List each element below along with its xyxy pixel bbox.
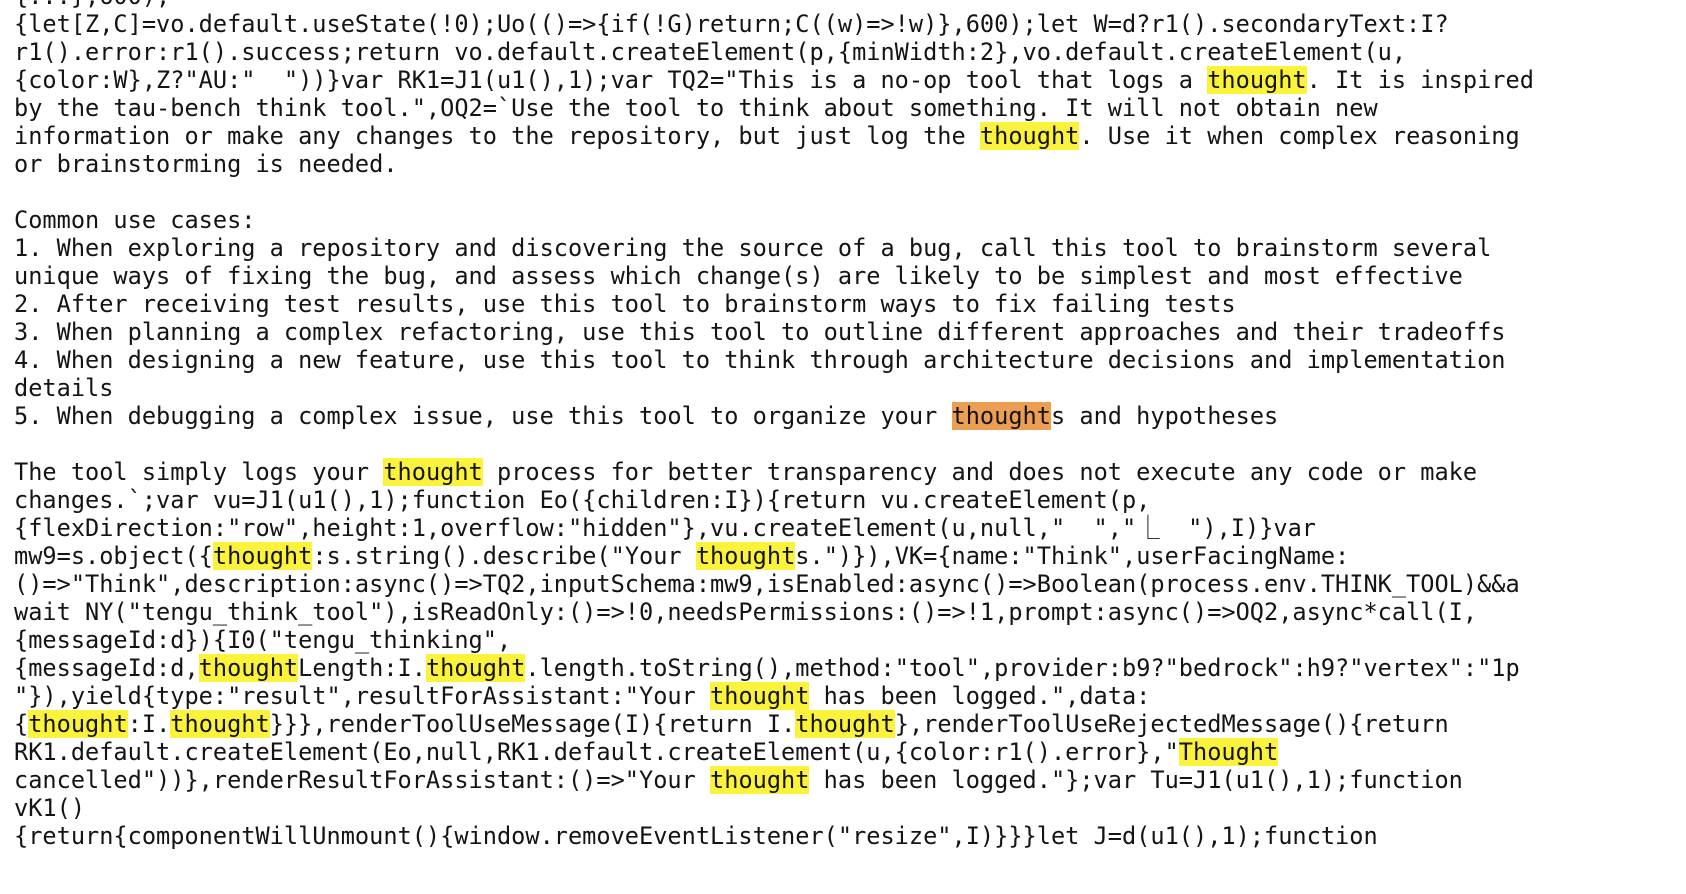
code-text-area: {...},600);{let[Z,C]=vo.default.useState… (14, 0, 1534, 850)
code-line: "}),yield{type:"result",resultForAssista… (14, 682, 1534, 710)
code-line: {thought:I.thought}}},renderToolUseMessa… (14, 710, 1534, 738)
code-line: unique ways of fixing the bug, and asses… (14, 262, 1534, 290)
code-line: {flexDirection:"row",height:1,overflow:"… (14, 514, 1534, 542)
code-line: 2. After receiving test results, use thi… (14, 290, 1534, 318)
code-text: wait NY("tengu_think_tool"),isReadOnly:(… (14, 598, 1478, 626)
code-text: {messageId:d}){I0("tengu_thinking", (14, 626, 512, 654)
search-match-highlight: thought (425, 654, 526, 682)
code-line: vK1() (14, 794, 1534, 822)
code-text: process for better transparency and does… (482, 458, 1478, 486)
code-line: changes.`;var vu=J1(u1(),1);function Eo(… (14, 486, 1534, 514)
code-line: {messageId:d,thoughtLength:I.thought.len… (14, 654, 1534, 682)
code-text: vK1() (14, 794, 86, 822)
code-text: {color:W},Z?"AU:" "))}var RK1=J1(u1(),1)… (14, 66, 1208, 94)
code-text: {return{componentWillUnmount(){window.re… (14, 822, 1378, 850)
search-match-highlight: thought (695, 542, 796, 570)
search-match-highlight: thought (28, 710, 128, 738)
code-text: {flexDirection:"row",height:1,overflow:"… (14, 514, 1317, 542)
search-match-highlight: thought (198, 654, 299, 682)
code-text: },renderToolUseRejectedMessage(){return (894, 710, 1449, 738)
search-match-highlight: thought (795, 710, 895, 738)
code-line: mw9=s.object({thought:s.string().describ… (14, 542, 1534, 570)
code-text: ()=>"Think",description:async()=>TQ2,inp… (14, 570, 1520, 598)
code-text: . Use it when complex reasoning (1079, 122, 1520, 150)
search-match-highlight: Thought (1178, 738, 1279, 766)
code-text: information or make any changes to the r… (14, 122, 980, 150)
code-line: {let[Z,C]=vo.default.useState(!0);Uo(()=… (14, 10, 1534, 38)
code-text: {messageId:d, (14, 654, 199, 682)
code-text: Common use cases: (14, 206, 256, 234)
code-text: 4. When designing a new feature, use thi… (14, 346, 1506, 374)
code-line: RK1.default.createElement(Eo,null,RK1.de… (14, 738, 1534, 766)
code-line: 5. When debugging a complex issue, use t… (14, 402, 1534, 430)
code-text: 1. When exploring a repository and disco… (14, 234, 1492, 262)
code-line: Common use cases: (14, 206, 1534, 234)
code-text: has been logged."};var Tu=J1(u1(),1);fun… (809, 766, 1463, 794)
code-text: :s.string().describe("Your (312, 542, 696, 570)
code-line: details (14, 374, 1534, 402)
code-text: changes.`;var vu=J1(u1(),1);function Eo(… (14, 486, 1151, 514)
code-text: by the tau-bench think tool.",OQ2=`Use t… (14, 94, 1378, 122)
code-line: 1. When exploring a repository and disco… (14, 234, 1534, 262)
search-match-highlight: thought (170, 710, 270, 738)
code-line: 4. When designing a new feature, use thi… (14, 346, 1534, 374)
code-text: mw9=s.object({ (14, 542, 213, 570)
code-text: {let[Z,C]=vo.default.useState(!0);Uo(()=… (14, 10, 1449, 38)
code-line: r1().error:r1().success;return vo.defaul… (14, 38, 1534, 66)
code-text: has been logged.",data: (809, 682, 1151, 710)
code-text: 2. After receiving test results, use thi… (14, 290, 1236, 318)
code-text: r1().error:r1().success;return vo.defaul… (14, 38, 1407, 66)
code-text: RK1.default.createElement(Eo,null,RK1.de… (14, 738, 1179, 766)
code-line: information or make any changes to the r… (14, 122, 1534, 150)
code-text: 3. When planning a complex refactoring, … (14, 318, 1506, 346)
code-line: or brainstorming is needed. (14, 150, 1534, 178)
code-text: :I. (127, 710, 171, 738)
current-search-match: thought (951, 402, 1051, 430)
code-line: {return{componentWillUnmount(){window.re… (14, 822, 1534, 850)
code-line: The tool simply logs your thought proces… (14, 458, 1534, 486)
code-line: 3. When planning a complex refactoring, … (14, 318, 1534, 346)
code-text: }}},renderToolUseMessage(I){return I. (269, 710, 796, 738)
code-text: or brainstorming is needed. (14, 150, 398, 178)
search-match-highlight: thought (212, 542, 313, 570)
code-text: s and hypotheses (1050, 402, 1279, 430)
search-match-highlight: thought (1207, 66, 1307, 94)
search-match-highlight: thought (979, 122, 1080, 150)
code-text: "}),yield{type:"result",resultForAssista… (14, 682, 711, 710)
code-line: ()=>"Think",description:async()=>TQ2,inp… (14, 570, 1534, 598)
code-line: {color:W},Z?"AU:" "))}var RK1=J1(u1(),1)… (14, 66, 1534, 94)
search-match-highlight: thought (710, 766, 810, 794)
code-line: {messageId:d}){I0("tengu_thinking", (14, 626, 1534, 654)
code-text: { (14, 710, 29, 738)
code-text: cancelled"))},renderResultForAssistant:(… (14, 766, 711, 794)
code-text: unique ways of fixing the bug, and asses… (14, 262, 1463, 290)
code-line: by the tau-bench think tool.",OQ2=`Use t… (14, 94, 1534, 122)
code-line: wait NY("tengu_think_tool"),isReadOnly:(… (14, 598, 1534, 626)
code-text: details (14, 374, 114, 402)
code-line: cancelled"))},renderResultForAssistant:(… (14, 766, 1534, 794)
code-text: . It is inspired (1306, 66, 1534, 94)
code-text: 5. When debugging a complex issue, use t… (14, 402, 952, 430)
code-text: .length.toString(),method:"tool",provide… (525, 654, 1520, 682)
search-match-highlight: thought (710, 682, 810, 710)
code-text: Length:I. (298, 654, 426, 682)
code-text: s.")}),VK={name:"Think",userFacingName: (795, 542, 1350, 570)
search-match-highlight: thought (383, 458, 483, 486)
code-text: {...},600); (14, 0, 170, 10)
code-line: {...},600); (14, 0, 1534, 10)
code-viewer[interactable]: {...},600);{let[Z,C]=vo.default.useState… (0, 0, 1686, 894)
code-text: The tool simply logs your (14, 458, 384, 486)
